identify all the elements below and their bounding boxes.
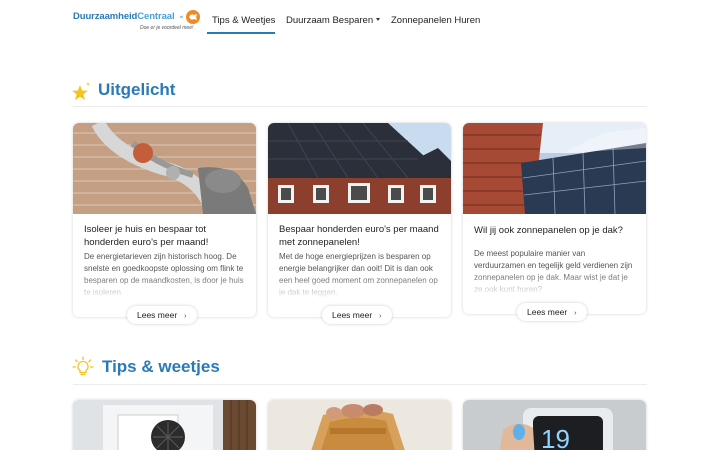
- read-more-label: Lees meer: [332, 310, 373, 320]
- card-excerpt: Met de hoge energieprijzen is besparen o…: [279, 252, 438, 297]
- card-title: Isoleer je huis en bespaar tot honderden…: [84, 224, 209, 248]
- read-more-button[interactable]: Lees meer ›: [322, 306, 392, 324]
- logo-name-part2: Centraal: [137, 11, 175, 22]
- wall-insulation-photo: [73, 123, 256, 214]
- chevron-right-icon: ›: [379, 313, 382, 320]
- card-title: Wil jij ook zonnepanelen op je dak?: [474, 225, 623, 236]
- nav-zonnepanelen-huren[interactable]: Zonnepanelen Huren: [391, 15, 480, 26]
- read-more-label: Lees meer: [137, 310, 178, 320]
- featured-card[interactable]: Isoleer je huis en bespaar tot honderden…: [73, 123, 256, 317]
- lightbulb-icon: [72, 356, 94, 376]
- section-divider: [73, 106, 647, 107]
- featured-card[interactable]: Bespaar honderden euro's per maand met z…: [268, 123, 451, 317]
- section-divider: [73, 384, 647, 385]
- solar-panels-tiles-photo: [463, 123, 646, 214]
- tip-card[interactable]: [73, 400, 256, 450]
- logo-name-part1: Duurzaamheid: [73, 11, 138, 22]
- svg-text:19: 19: [541, 424, 570, 450]
- card-excerpt: De energietarieven zijn historisch hoog.…: [84, 252, 244, 297]
- tip-card[interactable]: 19: [463, 400, 646, 450]
- chevron-down-icon: [376, 18, 381, 21]
- heat-pump-photo: [73, 400, 256, 450]
- featured-card[interactable]: Wil jij ook zonnepanelen op je dak? De m…: [463, 123, 646, 314]
- chevron-right-icon: ›: [184, 313, 187, 320]
- read-more-button[interactable]: Lees meer ›: [517, 303, 587, 321]
- section-title-uitgelicht: Uitgelicht: [98, 80, 176, 99]
- section-title-tips: Tips & weetjes: [102, 357, 220, 376]
- euro-banknotes-photo: [268, 400, 451, 450]
- card-excerpt: De meest populaire manier van verduurzam…: [474, 249, 633, 294]
- site-header: DuurzaamheidCentraal nl Doe er je voorde…: [0, 0, 720, 40]
- tip-card[interactable]: [268, 400, 451, 450]
- logo-badge-icon: [186, 10, 200, 24]
- logo-wordmark: DuurzaamheidCentraal: [73, 11, 175, 22]
- logo-tagline: Doe er je voordeel mee!: [140, 25, 194, 31]
- logo-tm: nl: [180, 14, 184, 19]
- star-icon: [72, 82, 91, 100]
- nav-tips-weetjes[interactable]: Tips & Weetjes: [212, 15, 275, 26]
- read-more-label: Lees meer: [527, 307, 568, 317]
- nav-active-indicator: [207, 32, 275, 34]
- chevron-right-icon: ›: [574, 310, 577, 317]
- read-more-button[interactable]: Lees meer ›: [127, 306, 197, 324]
- thermostat-photo: 19: [463, 400, 646, 450]
- house-solar-roof-photo: [268, 123, 451, 214]
- nav-duurzaam-besparen[interactable]: Duurzaam Besparen: [286, 15, 381, 26]
- card-title: Bespaar honderden euro's per maand met z…: [279, 224, 439, 248]
- site-logo[interactable]: DuurzaamheidCentraal nl Doe er je voorde…: [73, 10, 201, 34]
- nav-duurzaam-besparen-label: Duurzaam Besparen: [286, 15, 374, 26]
